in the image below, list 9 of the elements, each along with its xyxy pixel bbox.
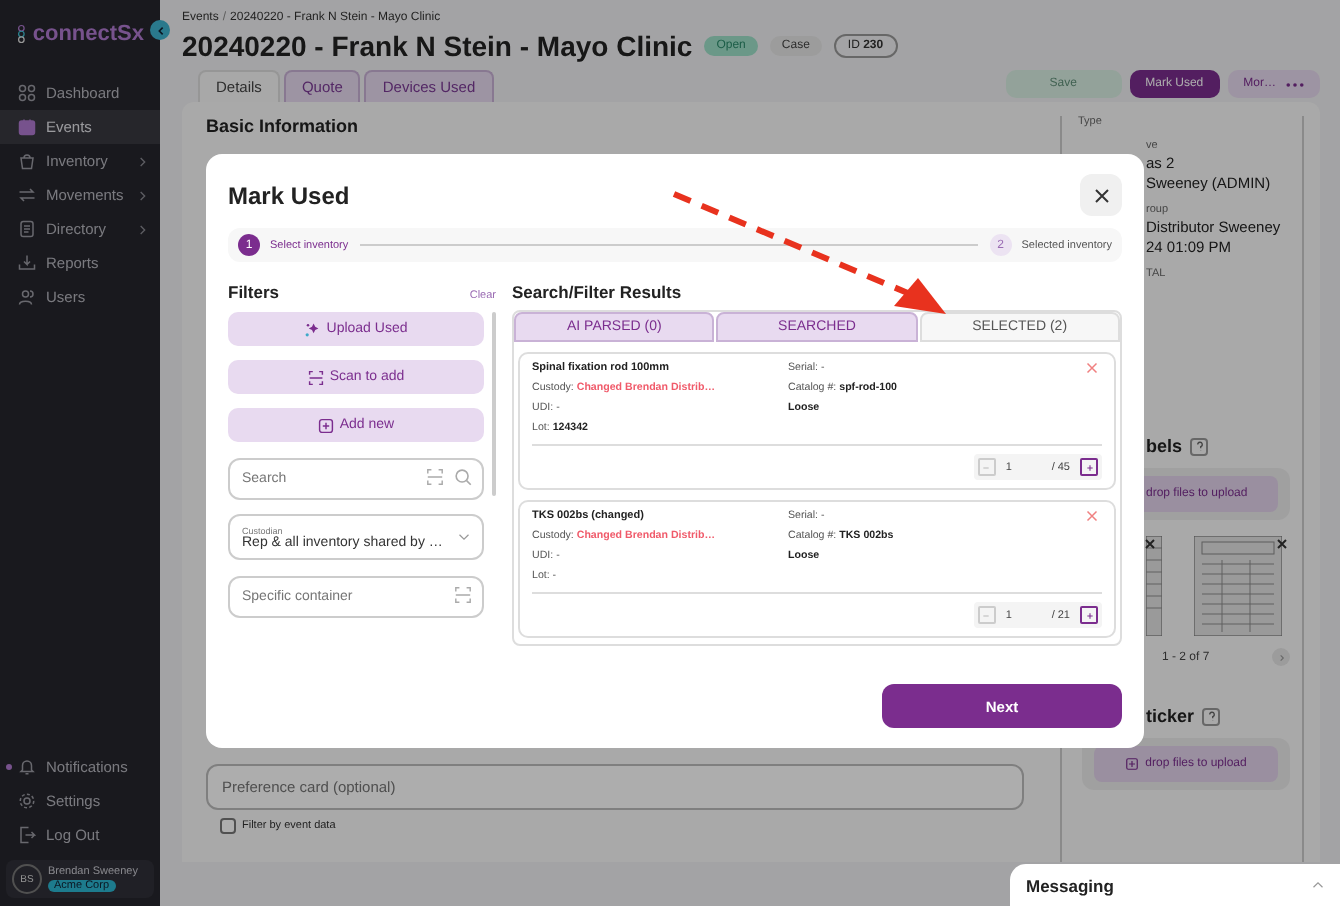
page-title: 20240220 - Frank N Stein - Mayo Clinic: [182, 30, 693, 62]
logo-text: connectSx: [32, 22, 144, 46]
results-title: Search/Filter Results: [512, 282, 684, 302]
section-title: Basic Information: [206, 116, 361, 136]
section-title: bels: [1146, 436, 1183, 456]
section-title: ticker: [1146, 706, 1195, 726]
messaging-panel[interactable]: Messaging: [1010, 864, 1340, 906]
modal-title: Mark Used: [228, 181, 350, 209]
filters-title: Filters: [228, 282, 280, 302]
